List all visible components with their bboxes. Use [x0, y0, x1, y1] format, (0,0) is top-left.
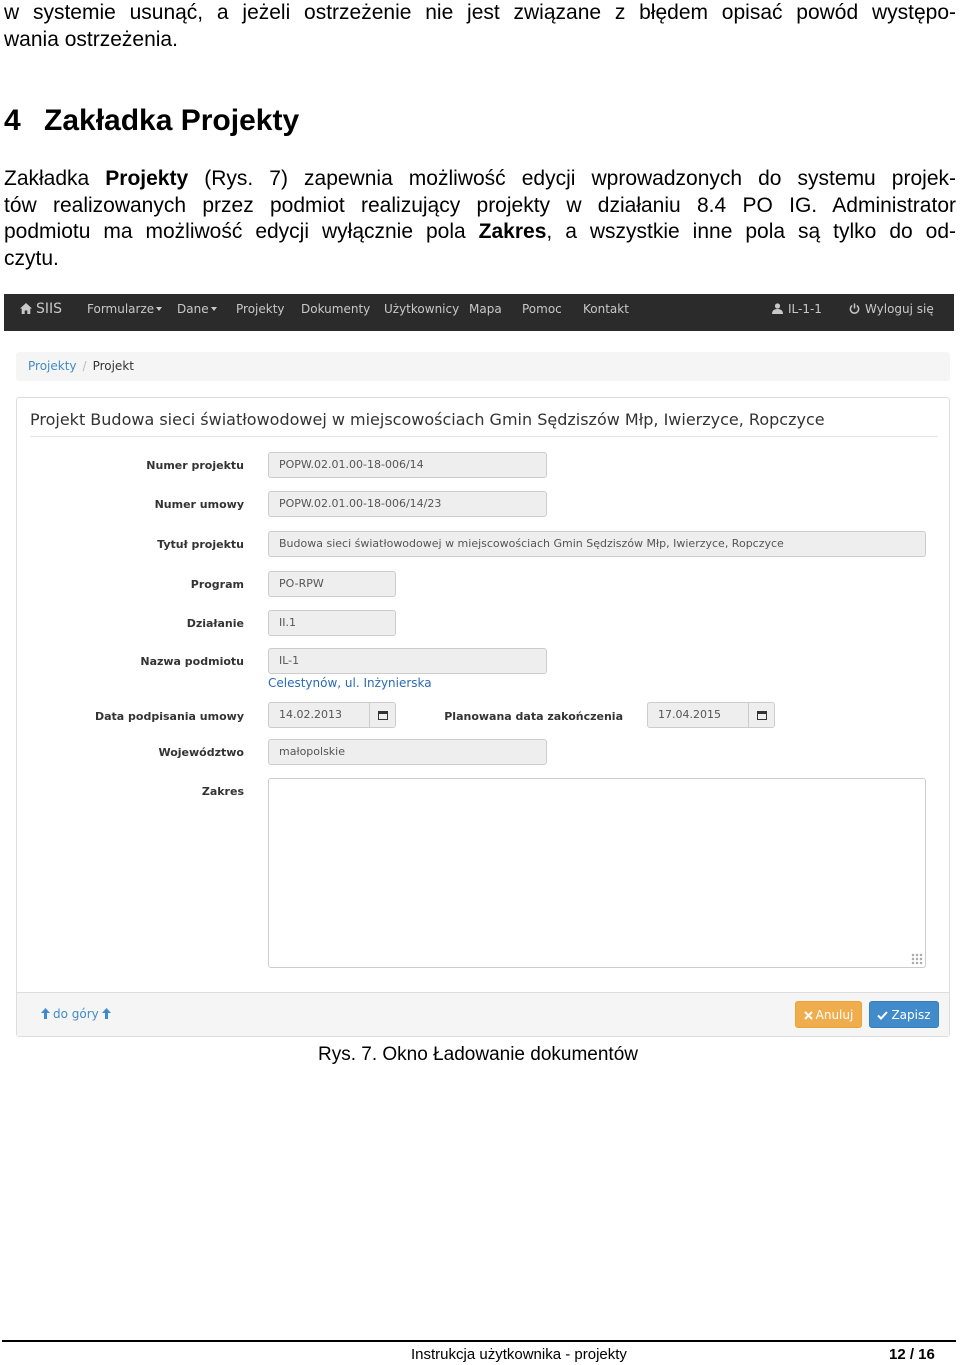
user-label: IL-1-1	[788, 302, 822, 316]
resize-handle[interactable]	[911, 953, 923, 965]
logout-button[interactable]: Wyloguj się	[849, 294, 934, 331]
figure-caption: Rys. 7. Okno Ładowanie dokumentów	[317, 1044, 638, 1065]
navbar: SIIS Formularze Dane Projekty Dokumenty …	[4, 294, 954, 331]
user-icon	[772, 303, 783, 314]
breadcrumb-separator: /	[82, 359, 87, 373]
bold-term: Zakres	[478, 220, 547, 243]
intro-paragraph: w systemie usunąć, a jeżeli ostrzeżenie …	[4, 0, 956, 53]
panel-footer: do góry Anuluj Zapisz	[17, 992, 949, 1036]
label-numer-projektu: Numer projektu	[146, 459, 244, 472]
paragraph-line: tów realizowanych przez podmiot realizuj…	[4, 193, 956, 217]
label-wojewodztwo: Województwo	[158, 746, 244, 759]
section-heading: 4 Zakładka Projekty	[4, 104, 299, 138]
nav-pomoc[interactable]: Pomoc	[522, 294, 562, 331]
nav-mapa[interactable]: Mapa	[469, 294, 502, 331]
panel-title: Projekt Budowa sieci światłowodowej w mi…	[30, 410, 825, 429]
label-planowana-data: Planowana data zakończenia	[444, 710, 623, 723]
nav-uzytkownicy[interactable]: Użytkownicy	[384, 294, 459, 331]
page-number: 12 / 16	[889, 1346, 935, 1363]
cancel-button[interactable]: Anuluj	[795, 1001, 862, 1028]
nav-label: Formularze	[87, 302, 155, 316]
label-zakres: Zakres	[201, 785, 244, 798]
calendar-icon	[757, 711, 767, 720]
power-icon	[849, 303, 860, 314]
brand-label: SIIS	[36, 301, 63, 317]
nav-label: Użytkownicy	[384, 302, 460, 316]
wojewodztwo-field[interactable]: małopolskie	[268, 739, 547, 765]
nav-label: Dokumenty	[301, 302, 371, 316]
project-panel: Projekt Budowa sieci światłowodowej w mi…	[16, 397, 950, 1037]
nav-label: Dane	[177, 302, 209, 316]
label-program: Program	[190, 578, 244, 591]
text: Zakładka	[4, 167, 106, 190]
data-podpisania-field[interactable]: 14.02.2013	[268, 702, 396, 728]
nav-label: Kontakt	[583, 302, 629, 316]
dzialanie-field[interactable]: II.1	[268, 610, 396, 636]
app-screenshot: SIIS Formularze Dane Projekty Dokumenty …	[4, 294, 954, 1039]
description-paragraph: Zakładka Projekty (Rys. 7) zapewnia możl…	[4, 166, 956, 272]
footer-rule	[2, 1340, 956, 1342]
save-button[interactable]: Zapisz	[869, 1001, 939, 1028]
to-top-label: do góry	[53, 1007, 99, 1021]
cancel-label: Anuluj	[815, 1008, 854, 1022]
text: , a wszystkie inne pola są tylko do od-	[546, 220, 956, 243]
paragraph-line: czytu.	[4, 246, 59, 270]
arrow-up-icon	[101, 1008, 111, 1019]
intro-line: w systemie usunąć, a jeżeli ostrzeżenie …	[4, 1, 956, 24]
breadcrumb: Projekty / Projekt	[16, 352, 950, 381]
paragraph-line: Zakładka Projekty (Rys. 7) zapewnia możl…	[4, 166, 956, 193]
nav-projekty[interactable]: Projekty	[236, 294, 285, 331]
breadcrumb-link-projekty[interactable]: Projekty	[28, 359, 77, 373]
date-value: 17.04.2015	[658, 708, 721, 721]
save-label: Zapisz	[891, 1008, 931, 1022]
label-tytul-projektu: Tytuł projektu	[157, 538, 244, 551]
divider	[30, 436, 938, 437]
nav-user[interactable]: IL-1-1	[772, 294, 822, 331]
nav-dane[interactable]: Dane	[177, 294, 217, 331]
calendar-button[interactable]	[369, 703, 395, 727]
tytul-projektu-field[interactable]: Budowa sieci światłowodowej w miejscowoś…	[268, 531, 926, 557]
section-title: Zakładka Projekty	[44, 104, 300, 137]
label-nazwa-podmiotu: Nazwa podmiotu	[140, 655, 244, 668]
text: podmiotu ma możliwość edycji wyłącznie p…	[4, 220, 479, 243]
arrow-up-icon	[41, 1008, 50, 1019]
calendar-icon	[378, 711, 388, 720]
nav-label: Pomoc	[522, 302, 562, 316]
paragraph-line: podmiotu ma możliwość edycji wyłącznie p…	[4, 219, 956, 246]
intro-line: wania ostrzeżenia.	[4, 27, 178, 51]
check-icon	[877, 1011, 889, 1020]
footer-title: Instrukcja użytkownika - projekty	[411, 1346, 627, 1363]
nazwa-podmiotu-field[interactable]: IL-1	[268, 648, 547, 674]
date-value: 14.02.2013	[279, 708, 342, 721]
label-dzialanie: Działanie	[186, 617, 244, 630]
text: (Rys. 7) zapewnia możliwość edycji wprow…	[188, 167, 956, 190]
numer-umowy-field[interactable]: POPW.02.01.00-18-006/14/23	[268, 491, 547, 517]
home-icon	[20, 303, 32, 314]
close-icon	[803, 1011, 813, 1020]
nav-label: Mapa	[469, 302, 502, 316]
zakres-textarea[interactable]	[268, 778, 926, 968]
podmiot-address-link[interactable]: Celestynów, ul. Inżynierska	[268, 676, 432, 690]
planowana-data-field[interactable]: 17.04.2015	[647, 702, 775, 728]
to-top-link[interactable]: do góry	[41, 1007, 111, 1021]
nav-dokumenty[interactable]: Dokumenty	[301, 294, 370, 331]
program-field[interactable]: PO-RPW	[268, 571, 396, 597]
breadcrumb-current: Projekt	[92, 359, 134, 373]
logout-label: Wyloguj się	[865, 302, 934, 316]
numer-projektu-field[interactable]: POPW.02.01.00-18-006/14	[268, 452, 547, 478]
nav-label: Projekty	[236, 302, 285, 316]
nav-formularze[interactable]: Formularze	[87, 294, 163, 331]
bold-term: Projekty	[105, 167, 189, 190]
calendar-button[interactable]	[748, 703, 774, 727]
label-numer-umowy: Numer umowy	[154, 498, 244, 511]
nav-kontakt[interactable]: Kontakt	[583, 294, 629, 331]
label-data-podpisania: Data podpisania umowy	[94, 710, 244, 723]
caret-down-icon	[210, 306, 217, 311]
caret-down-icon	[156, 306, 163, 311]
section-number: 4	[4, 104, 21, 137]
navbar-brand[interactable]: SIIS	[20, 294, 62, 331]
